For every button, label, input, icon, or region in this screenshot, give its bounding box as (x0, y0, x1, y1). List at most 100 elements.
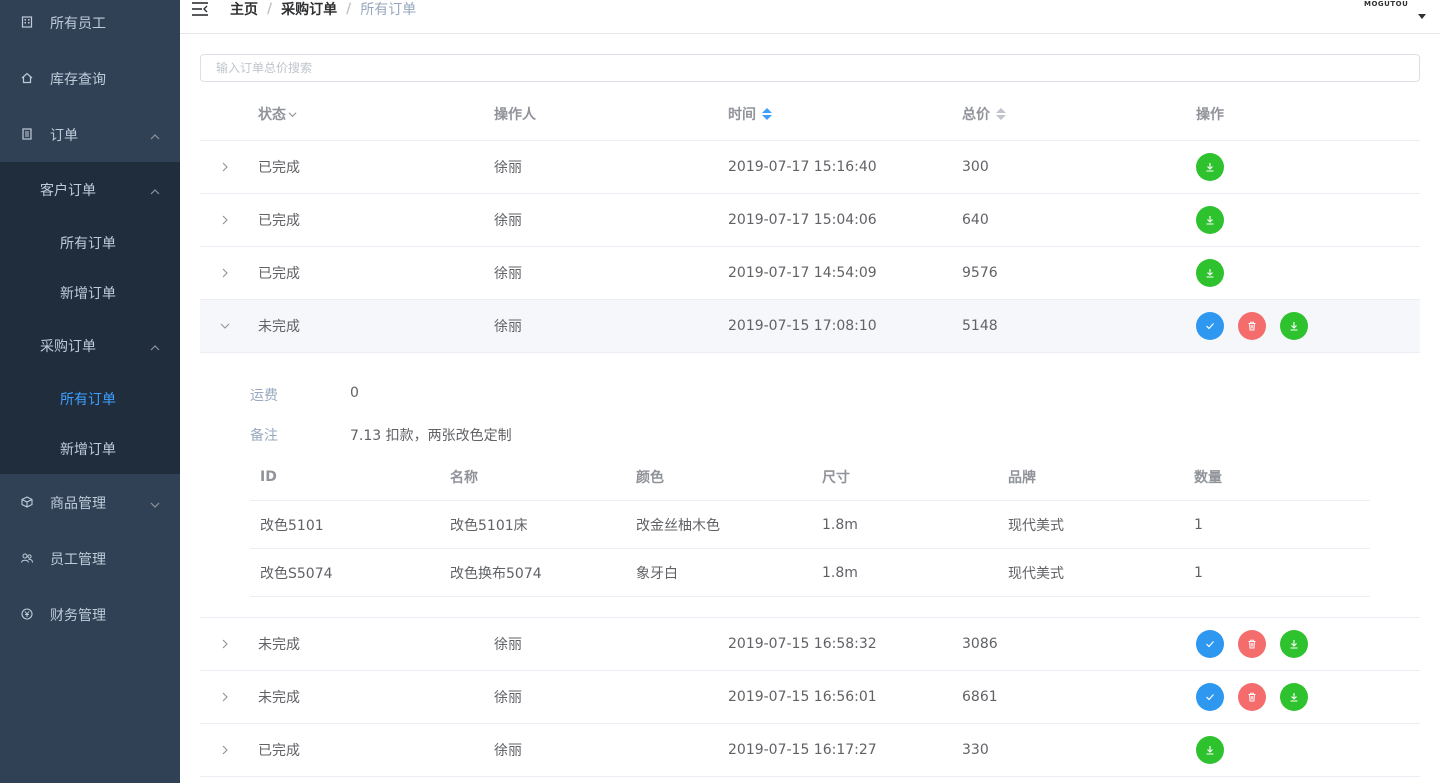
sidebar-item-purchase-new-order[interactable]: 新增订单 (0, 424, 180, 474)
download-button[interactable] (1196, 736, 1224, 764)
confirm-button[interactable] (1196, 630, 1224, 658)
table-row: 未完成 徐丽 2019-07-15 16:56:01 6861 (200, 671, 1420, 724)
expand-row-icon[interactable] (218, 247, 232, 299)
remark-label: 备注 (250, 428, 278, 444)
sidebar-item-label: 库存查询 (50, 72, 106, 88)
item-id: 改色5101 (260, 517, 324, 534)
sidebar-item-products[interactable]: 商品管理 (0, 475, 180, 531)
sort-icon[interactable] (762, 107, 772, 121)
download-button[interactable] (1196, 206, 1224, 234)
time-cell: 2019-07-15 16:56:01 (728, 689, 877, 705)
freight-field: 运费 0 (250, 385, 359, 405)
delete-button[interactable] (1238, 312, 1266, 340)
sort-icon[interactable] (996, 107, 1006, 121)
submenu-purchase-orders[interactable]: 采购订单 (0, 318, 180, 374)
total-cell: 640 (962, 212, 989, 228)
column-total[interactable]: 总价 (962, 88, 1006, 140)
download-button[interactable] (1196, 259, 1224, 287)
item-brand: 现代美式 (1008, 517, 1064, 534)
total-cell: 9576 (962, 265, 998, 281)
sidebar-item-purchase-all-orders[interactable]: 所有订单 (0, 374, 180, 424)
sidebar-item-label: 员工管理 (50, 552, 106, 568)
delete-button[interactable] (1238, 683, 1266, 711)
remark-field: 备注 7.13 扣款，两张改色定制 (250, 425, 512, 445)
confirm-button[interactable] (1196, 683, 1224, 711)
column-label: 操作人 (494, 107, 536, 123)
item-id: 改色S5074 (260, 565, 333, 582)
status-cell: 已完成 (258, 213, 300, 229)
download-button[interactable] (1280, 312, 1308, 340)
sidebar-item-orders[interactable]: 订单 (0, 107, 180, 163)
operator-cell: 徐丽 (494, 266, 522, 282)
operator-cell: 徐丽 (494, 743, 522, 759)
leaf-label: 所有订单 (60, 236, 116, 252)
operator-cell: 徐丽 (494, 160, 522, 176)
sidebar-item-staff-management[interactable]: 员工管理 (0, 531, 180, 587)
column-label: 操作 (1196, 107, 1224, 123)
time-cell: 2019-07-17 15:16:40 (728, 159, 877, 175)
filter-chevron-icon[interactable] (288, 110, 297, 119)
trash-icon (1247, 692, 1257, 702)
download-button[interactable] (1280, 683, 1308, 711)
column-actions: 操作 (1196, 88, 1224, 140)
check-icon (1205, 639, 1215, 649)
item-name: 改色换布5074 (450, 565, 542, 582)
breadcrumb-purchase-orders[interactable]: 采购订单 (281, 0, 337, 19)
delete-button[interactable] (1238, 630, 1266, 658)
sidebar-item-finance[interactable]: 财务管理 (0, 587, 180, 643)
expand-row-icon[interactable] (218, 618, 232, 670)
actions-cell (1196, 724, 1238, 776)
confirm-button[interactable] (1196, 312, 1224, 340)
avatar[interactable]: MOGUTOU (1364, 0, 1408, 16)
breadcrumb-home[interactable]: 主页 (230, 0, 258, 19)
expand-row-icon[interactable] (218, 194, 232, 246)
submenu-customer-orders[interactable]: 客户订单 (0, 162, 180, 218)
download-icon (1205, 215, 1215, 225)
column-operator: 操作人 (494, 88, 536, 140)
actions-cell (1196, 141, 1238, 193)
table-row: 未完成 徐丽 2019-07-15 17:08:10 5148 (200, 300, 1420, 353)
total-cell: 330 (962, 742, 989, 758)
sidebar-item-customer-new-order[interactable]: 新增订单 (0, 268, 180, 318)
column-label: 时间 (728, 107, 756, 123)
table-row: 未完成 徐丽 2019-07-15 16:58:32 3086 (200, 618, 1420, 671)
cube-icon (20, 496, 34, 510)
order-submenu: 客户订单 所有订单 新增订单 采购订单 所有订单 新增订单 (0, 162, 180, 474)
download-button[interactable] (1196, 153, 1224, 181)
check-icon (1205, 692, 1215, 702)
money-icon (20, 608, 34, 622)
operator-cell: 徐丽 (494, 213, 522, 229)
column-status[interactable]: 状态 (258, 88, 297, 140)
caret-down-icon[interactable] (1418, 14, 1426, 19)
chevron-up-icon (150, 130, 160, 140)
operator-cell: 徐丽 (494, 637, 522, 653)
expand-row-icon[interactable] (218, 671, 232, 723)
sidebar-item-customer-all-orders[interactable]: 所有订单 (0, 218, 180, 268)
download-button[interactable] (1280, 630, 1308, 658)
collapse-row-icon[interactable] (218, 300, 232, 352)
column-label: 品牌 (1008, 469, 1036, 486)
expand-row-icon[interactable] (218, 724, 232, 776)
breadcrumb: 主页 / 采购订单 / 所有订单 (230, 0, 416, 18)
sidebar-item-all-staff[interactable]: 所有员工 (0, 0, 180, 51)
search-input[interactable] (200, 54, 1420, 82)
submenu-label: 采购订单 (40, 339, 96, 355)
status-cell: 已完成 (258, 743, 300, 759)
breadcrumb-separator: / (267, 1, 273, 17)
column-label: 名称 (450, 469, 478, 486)
freight-value: 0 (350, 385, 359, 401)
hamburger-icon[interactable] (192, 2, 208, 16)
sidebar-item-inventory[interactable]: 库存查询 (0, 51, 180, 107)
column-label: 总价 (962, 107, 990, 123)
column-label: 状态 (258, 107, 286, 123)
top-navbar: 主页 / 采购订单 / 所有订单 MOGUTOU (180, 0, 1440, 34)
actions-cell (1196, 618, 1322, 670)
column-time[interactable]: 时间 (728, 88, 772, 140)
total-cell: 3086 (962, 636, 998, 652)
time-cell: 2019-07-15 16:58:32 (728, 636, 877, 652)
status-cell: 未完成 (258, 637, 300, 653)
operator-cell: 徐丽 (494, 690, 522, 706)
chevron-up-icon (150, 341, 160, 351)
item-quantity: 1 (1194, 516, 1203, 533)
expand-row-icon[interactable] (218, 141, 232, 193)
